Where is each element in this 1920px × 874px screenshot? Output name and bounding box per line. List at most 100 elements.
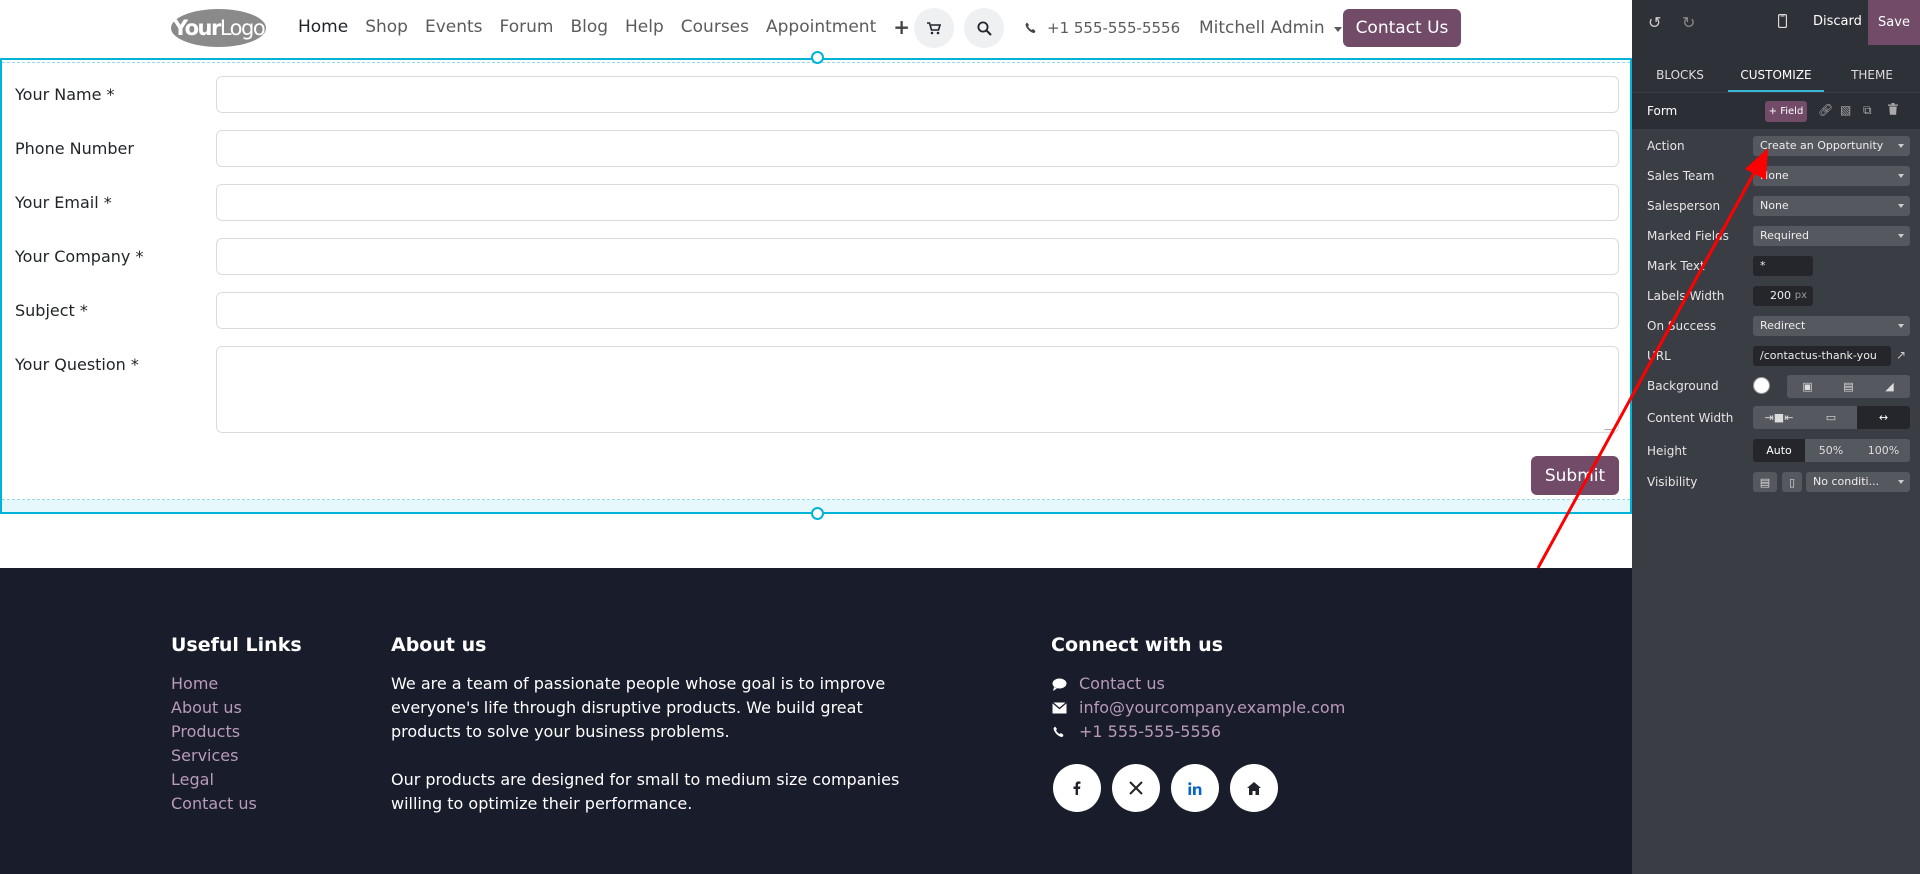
nav-blog[interactable]: Blog (570, 17, 608, 37)
external-link-icon[interactable]: ↗ (1896, 348, 1906, 362)
linkedin-button[interactable] (1171, 764, 1219, 812)
discard-button[interactable]: Discard (1813, 14, 1862, 29)
company-input[interactable] (216, 238, 1619, 275)
width-regular-icon[interactable]: ▭ (1805, 406, 1857, 429)
redo-icon[interactable]: ↻ (1682, 13, 1695, 32)
url-input[interactable]: /contactus-thank-you (1753, 346, 1891, 366)
search-button[interactable] (964, 8, 1004, 48)
form-label: Phone Number (15, 139, 134, 158)
nav-shop[interactable]: Shop (365, 17, 408, 37)
option-label: Mark Text (1647, 259, 1705, 273)
subject-input[interactable] (216, 292, 1619, 329)
footer-link-about[interactable]: About us (171, 698, 257, 718)
footer-link-contact[interactable]: Contact us (171, 794, 257, 814)
gradient-icon[interactable]: ◢ (1869, 375, 1910, 398)
connect-phone[interactable]: +1 555-555-5556 (1051, 722, 1345, 742)
tab-customize[interactable]: CUSTOMIZE (1728, 45, 1824, 92)
connect-email[interactable]: info@yourcompany.example.com (1051, 698, 1345, 718)
link-icon[interactable]: 🔗︎ (1818, 103, 1833, 117)
salesperson-select[interactable]: None (1753, 196, 1910, 216)
resize-grip-icon[interactable] (1604, 422, 1620, 430)
tab-theme[interactable]: THEME (1824, 45, 1920, 92)
facebook-icon (1073, 781, 1081, 795)
save-button[interactable]: Save (1868, 0, 1920, 45)
user-name: Mitchell Admin (1199, 18, 1325, 38)
add-page-icon[interactable]: + (893, 17, 910, 37)
visibility-select[interactable]: No conditi... (1806, 472, 1910, 492)
contact-us-button[interactable]: Contact Us (1343, 9, 1461, 47)
mobile-preview-icon[interactable] (1777, 13, 1788, 32)
submit-button[interactable]: Submit (1531, 456, 1619, 495)
user-menu[interactable]: Mitchell Admin (1199, 18, 1342, 38)
contact-form-section[interactable]: Your Name * Phone Number Your Email * Yo… (0, 51, 1632, 520)
x-twitter-button[interactable] (1112, 764, 1160, 812)
nav-events[interactable]: Events (425, 17, 483, 37)
chevron-down-icon (1898, 204, 1904, 208)
duplicate-icon[interactable]: ⧉ (1863, 103, 1872, 118)
width-small-icon[interactable]: ⇥■⇤ (1753, 406, 1805, 429)
comment-icon (1051, 678, 1067, 691)
tab-blocks[interactable]: BLOCKS (1632, 45, 1728, 92)
facebook-button[interactable] (1053, 764, 1101, 812)
resize-handle-top[interactable] (811, 51, 824, 64)
on-success-select[interactable]: Redirect (1753, 316, 1910, 336)
phone-input[interactable] (216, 130, 1619, 167)
video-icon[interactable]: ▤ (1828, 375, 1869, 398)
height-50[interactable]: 50% (1805, 439, 1857, 462)
option-label: Marked Fields (1647, 229, 1729, 243)
option-label: Sales Team (1647, 169, 1715, 183)
logo-text-light: Logo (219, 16, 266, 40)
salesperson-value: None (1760, 199, 1789, 212)
marked-fields-select[interactable]: Required (1753, 226, 1910, 246)
name-input[interactable] (216, 76, 1619, 113)
site-header: Your Logo Home Shop Events Forum Blog Hel… (0, 0, 1632, 58)
email-input[interactable] (216, 184, 1619, 221)
question-textarea[interactable] (216, 346, 1620, 433)
envelope-icon (1051, 702, 1067, 714)
sales-team-select[interactable]: None (1753, 166, 1910, 186)
camera-icon[interactable]: ▣ (1787, 375, 1828, 398)
form-label: Your Email * (15, 193, 112, 212)
cart-button[interactable] (914, 8, 954, 48)
height-100[interactable]: 100% (1857, 439, 1910, 462)
height-auto[interactable]: Auto (1753, 439, 1805, 462)
action-value: Create an Opportunity (1760, 139, 1884, 152)
chevron-down-icon (1898, 324, 1904, 328)
option-marked-fields: Marked Fields Required (1632, 224, 1920, 248)
connect-contact[interactable]: Contact us (1051, 674, 1345, 694)
site-logo[interactable]: Your Logo (171, 9, 266, 47)
nav-courses[interactable]: Courses (681, 17, 749, 37)
desktop-visibility-icon[interactable]: ▤ (1753, 472, 1777, 492)
mark-text-input[interactable]: * (1753, 256, 1813, 276)
website-preview: Your Logo Home Shop Events Forum Blog Hel… (0, 0, 1632, 874)
option-label: Labels Width (1647, 289, 1725, 303)
footer-link-services[interactable]: Services (171, 746, 257, 766)
undo-icon[interactable]: ↺ (1648, 13, 1661, 32)
option-label: Background (1647, 379, 1719, 393)
option-action: Action Create an Opportunity (1632, 134, 1920, 158)
action-select[interactable]: Create an Opportunity (1753, 136, 1910, 156)
save-snippet-icon[interactable]: ▧ (1840, 103, 1851, 117)
connect-email-label: info@yourcompany.example.com (1079, 698, 1346, 717)
nav-forum[interactable]: Forum (500, 17, 554, 37)
add-field-button[interactable]: + Field (1765, 101, 1807, 122)
nav-appointment[interactable]: Appointment (766, 17, 876, 37)
nav-home[interactable]: Home (298, 17, 348, 37)
resize-handle-bottom[interactable] (811, 507, 824, 520)
header-phone[interactable]: +1 555-555-5556 (1025, 19, 1180, 37)
width-full-icon[interactable]: ↔ (1857, 406, 1910, 429)
footer-link-products[interactable]: Products (171, 722, 257, 742)
footer-link-legal[interactable]: Legal (171, 770, 257, 790)
background-color-swatch[interactable] (1753, 377, 1770, 394)
mobile-visibility-icon[interactable]: ▯ (1782, 472, 1802, 492)
option-height: Height Auto 50% 100% (1632, 439, 1920, 463)
trash-icon[interactable] (1888, 103, 1898, 118)
home-button[interactable] (1230, 764, 1278, 812)
connect-list: Contact us info@yourcompany.example.com … (1051, 674, 1345, 742)
footer-link-home[interactable]: Home (171, 674, 257, 694)
chevron-down-icon (1898, 174, 1904, 178)
labels-width-input[interactable]: 200 px (1753, 286, 1813, 306)
cart-icon (927, 21, 941, 34)
logo-text-bold: Your (172, 16, 222, 40)
nav-help[interactable]: Help (625, 17, 664, 37)
